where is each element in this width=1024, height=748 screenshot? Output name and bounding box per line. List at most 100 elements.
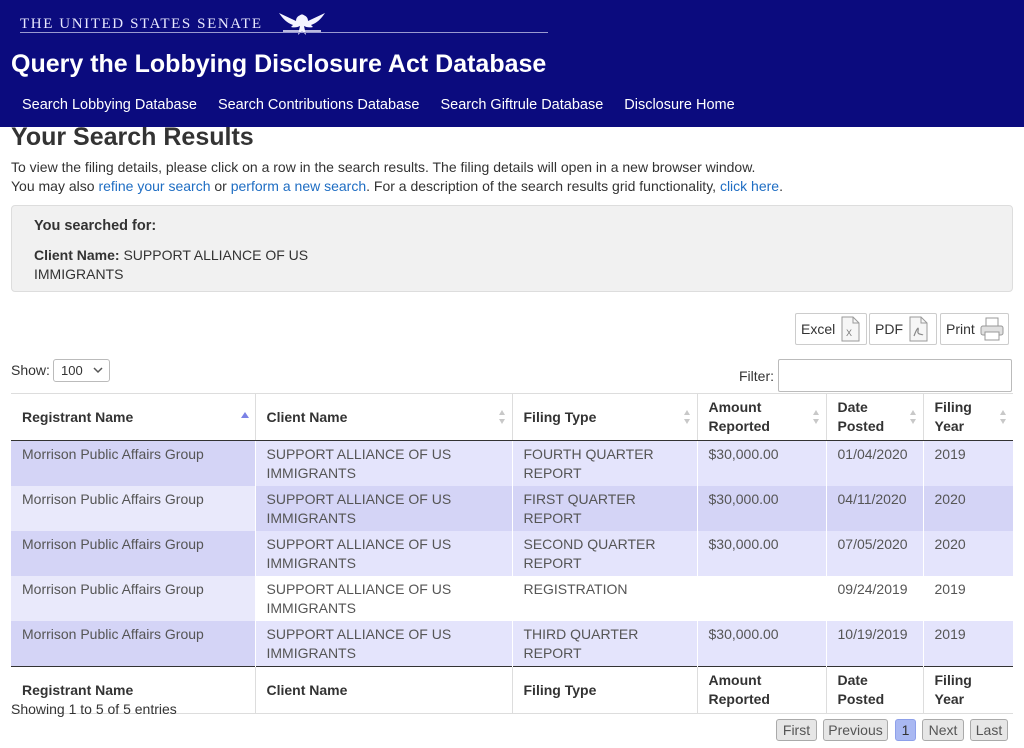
pager-first-button[interactable]: First	[776, 719, 817, 741]
header-divider	[20, 32, 548, 33]
cell-registrant: Morrison Public Affairs Group	[11, 621, 256, 667]
footer-year-label: Filing Year	[934, 672, 972, 707]
page-length-select[interactable]: 100	[53, 359, 110, 382]
column-header-label: Filing Year	[934, 399, 972, 434]
cell-filing-year: 2020	[923, 486, 1013, 531]
database-title: Query the Lobbying Disclosure Act Databa…	[11, 50, 547, 78]
page-title: Your Search Results	[11, 123, 254, 151]
page-length-value: 100	[61, 363, 83, 378]
new-search-link[interactable]: perform a new search	[231, 178, 366, 194]
cell-client: SUPPORT ALLIANCE OF US IMMIGRANTS	[255, 531, 513, 576]
footer-client: Client Name	[255, 666, 513, 714]
cell-date-posted: 04/11/2020	[826, 486, 924, 531]
criteria-label: Client Name:	[34, 247, 120, 263]
footer-amount: Amount Reported	[697, 666, 827, 714]
intro-pre: You may also	[11, 178, 99, 194]
refine-search-link[interactable]: refine your search	[98, 178, 210, 194]
table-header-row: Registrant Name Client Name Filing Type …	[11, 393, 1013, 441]
intro-text: To view the filing details, please click…	[11, 158, 783, 196]
cell-filing-year: 2019	[934, 626, 966, 642]
cell-filing-type: FIRST QUARTER REPORT	[512, 486, 698, 531]
column-header-label: Date Posted	[837, 399, 885, 434]
footer-date-label: Date Posted	[837, 672, 885, 707]
show-label: Show:	[11, 362, 50, 378]
cell-amount: $30,000.00	[697, 486, 827, 531]
print-button[interactable]: Print	[940, 313, 1009, 345]
cell-filing-year: 2019	[934, 581, 966, 597]
table-row[interactable]: Morrison Public Affairs Group SUPPORT AL…	[11, 531, 1013, 576]
column-header-label: Filing Type	[523, 408, 597, 425]
cell-filing-year: 2019	[934, 446, 966, 462]
cell-date-posted: 01/04/2020	[826, 440, 924, 486]
column-header-label: Amount Reported	[708, 399, 770, 434]
column-header-filing-type[interactable]: Filing Type	[512, 393, 698, 441]
cell-date-posted: 09/24/2019	[826, 576, 924, 621]
search-criteria: Client Name: SUPPORT ALLIANCE OF US IMMI…	[34, 246, 334, 284]
senate-label: THE UNITED STATES SENATE	[20, 15, 263, 32]
sort-ascending-icon	[240, 412, 249, 418]
pager-page-1-button[interactable]: 1	[895, 719, 916, 741]
sort-both-icon	[498, 410, 505, 424]
cell-filing-type: THIRD QUARTER REPORT	[512, 621, 698, 667]
pager-previous-button[interactable]: Previous	[823, 719, 888, 741]
chevron-down-icon	[93, 367, 103, 374]
pager-last-button[interactable]: Last	[970, 719, 1008, 741]
cell-amount: $30,000.00	[697, 621, 827, 667]
cell-client: SUPPORT ALLIANCE OF US IMMIGRANTS	[255, 440, 513, 486]
footer-amount-label: Amount Reported	[708, 672, 770, 707]
sort-both-icon	[812, 410, 819, 424]
nav-search-lobbying[interactable]: Search Lobbying Database	[22, 97, 197, 113]
cell-client: SUPPORT ALLIANCE OF US IMMIGRANTS	[255, 486, 513, 531]
column-header-label: Registrant Name	[22, 408, 134, 425]
eagle-seal-icon	[278, 13, 325, 35]
column-header-date-posted[interactable]: Date Posted	[826, 393, 924, 441]
table-row[interactable]: Morrison Public Affairs Group SUPPORT AL…	[11, 576, 1013, 621]
table-row[interactable]: Morrison Public Affairs Group SUPPORT AL…	[11, 486, 1013, 531]
main-nav: Search Lobbying Database Search Contribu…	[22, 97, 735, 113]
table-row[interactable]: Morrison Public Affairs Group SUPPORT AL…	[11, 621, 1013, 667]
intro-line-2: You may also refine your search or perfo…	[11, 177, 783, 196]
sort-both-icon	[1000, 410, 1006, 424]
cell-filing-type: REGISTRATION	[512, 576, 698, 621]
print-label: Print	[946, 321, 975, 337]
intro-or: or	[210, 178, 231, 194]
nav-disclosure-home[interactable]: Disclosure Home	[624, 97, 734, 113]
cell-client: SUPPORT ALLIANCE OF US IMMIGRANTS	[255, 621, 513, 667]
column-header-label: Client Name	[266, 408, 348, 425]
printer-icon	[980, 317, 1004, 341]
cell-registrant: Morrison Public Affairs Group	[11, 531, 256, 576]
column-header-amount[interactable]: Amount Reported	[697, 393, 827, 441]
cell-filing-year: 2020	[934, 536, 966, 552]
nav-search-contributions[interactable]: Search Contributions Database	[218, 97, 420, 113]
sort-both-icon	[683, 410, 690, 424]
cell-amount: $30,000.00	[697, 440, 827, 486]
column-header-registrant[interactable]: Registrant Name	[11, 393, 256, 441]
svg-text:X: X	[846, 328, 852, 338]
site-header: THE UNITED STATES SENATE Query the Lobby…	[0, 0, 1024, 127]
pager-next-button[interactable]: Next	[922, 719, 964, 741]
excel-file-icon: X	[841, 316, 860, 342]
search-criteria-box: You searched for: Client Name: SUPPORT A…	[11, 205, 1013, 292]
cell-registrant: Morrison Public Affairs Group	[11, 576, 256, 621]
table-row[interactable]: Morrison Public Affairs Group SUPPORT AL…	[11, 440, 1013, 486]
pdf-file-icon	[909, 316, 928, 342]
cell-registrant: Morrison Public Affairs Group	[11, 440, 256, 486]
nav-search-giftrule[interactable]: Search Giftrule Database	[440, 97, 603, 113]
searched-for-label: You searched for:	[34, 218, 157, 234]
intro-desc: . For a description of the search result…	[366, 178, 720, 194]
cell-date-posted: 10/19/2019	[826, 621, 924, 667]
sort-both-icon	[909, 410, 916, 424]
cell-registrant: Morrison Public Affairs Group	[11, 486, 256, 531]
column-header-client[interactable]: Client Name	[255, 393, 513, 441]
export-excel-button[interactable]: Excel X	[795, 313, 867, 345]
filter-input[interactable]	[778, 359, 1012, 392]
column-header-filing-year[interactable]: Filing Year	[923, 393, 1013, 441]
export-pdf-label: PDF	[875, 321, 903, 337]
footer-filing-year: Filing Year	[923, 666, 1013, 714]
click-here-link[interactable]: click here	[720, 178, 779, 194]
intro-period: .	[779, 178, 783, 194]
senate-banner[interactable]: THE UNITED STATES SENATE	[20, 9, 335, 39]
export-pdf-button[interactable]: PDF	[869, 313, 937, 345]
cell-filing-type: SECOND QUARTER REPORT	[512, 531, 698, 576]
filter-label: Filter:	[739, 368, 774, 384]
